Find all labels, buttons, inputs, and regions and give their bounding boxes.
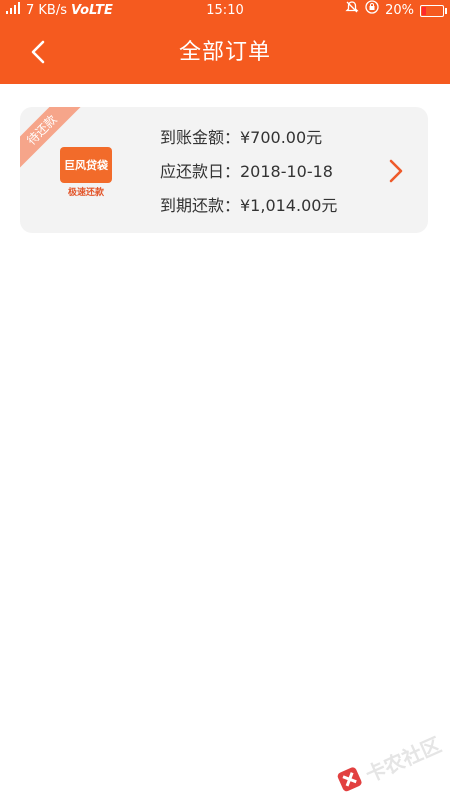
status-bar: 7 KB/s VoLTE 15:10 20% (0, 0, 450, 22)
mute-bell-icon (345, 0, 359, 22)
page-title: 全部订单 (178, 40, 271, 65)
app-logo: 巨风贷袋 极速还款 (60, 147, 112, 198)
app-header: 7 KB/s VoLTE 15:10 20% 全部订单 (0, 0, 450, 84)
battery-percent: 20% (385, 3, 414, 18)
watermark: 卡农社区 (332, 728, 445, 801)
order-card[interactable]: 待还款 巨风贷袋 极速还款 到账金额：¥700.00元 应还款日：2018-10… (20, 107, 428, 233)
watermark-text: 卡农社区 (361, 732, 445, 788)
nav-bar: 全部订单 (0, 22, 450, 84)
order-details: 到账金额：¥700.00元 应还款日：2018-10-18 到期还款：¥1,01… (160, 121, 337, 223)
due-date: 应还款日：2018-10-18 (160, 162, 333, 181)
logo-box: 巨风贷袋 (60, 147, 112, 183)
lock-rotation-icon (365, 0, 379, 22)
chevron-right-icon[interactable] (384, 157, 408, 185)
repay-amount: 到期还款：¥1,014.00元 (160, 196, 338, 215)
battery-level-fill (422, 7, 427, 15)
logo-subtitle: 极速还款 (67, 188, 104, 198)
battery-icon (420, 5, 447, 17)
logo-text: 巨风贷袋 (64, 159, 108, 172)
status-right: 20% (345, 0, 447, 22)
received-amount: 到账金额：¥700.00元 (160, 128, 323, 147)
